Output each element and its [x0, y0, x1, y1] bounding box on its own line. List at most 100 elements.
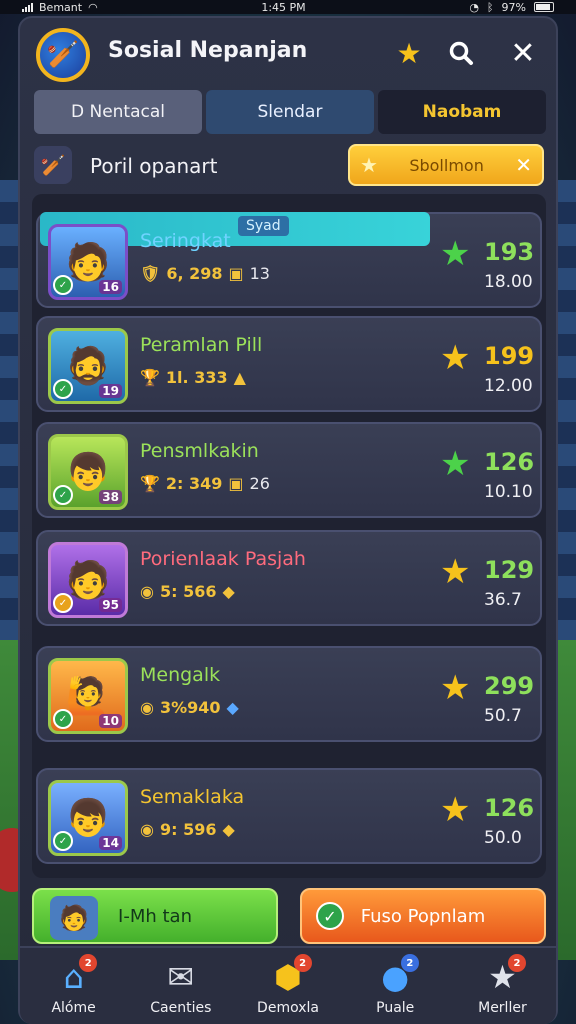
filter-chip-label: Sbollmon: [409, 155, 484, 175]
wifi-icon: ◠: [88, 0, 98, 14]
avatar: 👦 ✓ 14: [48, 780, 128, 856]
player-name: Peramlan Pill: [140, 334, 263, 356]
banner-tag: Syad: [238, 216, 289, 236]
tab-nentacal[interactable]: D Nentacal: [34, 90, 202, 134]
verified-badge-icon: ✓: [53, 709, 73, 729]
battery-percent: 97%: [501, 0, 526, 14]
secondary-action-button[interactable]: ✓ Fuso Popnlam: [300, 888, 546, 944]
stat-value: 9: 596: [159, 820, 217, 839]
player-subscore: 10.10: [484, 482, 533, 502]
verified-badge-icon: ✓: [53, 831, 73, 851]
player-name: Mengalk: [140, 664, 221, 686]
verified-badge-icon: ✓: [53, 379, 73, 399]
stat-value: 5: 566: [159, 582, 217, 601]
player-stats: 🏆 2: 349 ▣ 26: [140, 474, 270, 493]
nav-label: Demoxla: [257, 1000, 319, 1016]
verified-badge-icon: ✓: [53, 275, 73, 295]
player-subscore: 50.7: [484, 706, 522, 726]
carrier-name: Bemant: [39, 0, 83, 14]
player-level: 38: [99, 490, 122, 504]
nav-item-games[interactable]: ✉ Caenties: [127, 948, 234, 1024]
rank-star-icon: ★: [440, 444, 471, 484]
player-level: 10: [99, 714, 122, 728]
close-button[interactable]: ✕: [506, 36, 540, 71]
clear-filter-icon[interactable]: ✕: [515, 153, 532, 177]
nav-item-demoxla[interactable]: ⬢ 2 Demoxla: [234, 948, 341, 1024]
check-icon: ✓: [316, 902, 344, 930]
search-button[interactable]: [444, 36, 478, 70]
rank-star-icon: ★: [440, 668, 471, 708]
trophy-icon: 🏆: [140, 474, 160, 493]
diamond-icon: ◆: [226, 698, 239, 717]
avatar: 🧔 ✓ 19: [48, 328, 128, 404]
nav-badge: 2: [508, 954, 527, 972]
player-level: 95: [99, 598, 122, 612]
tab-naobam[interactable]: Naobam: [378, 90, 546, 134]
player-card[interactable]: 👦 ✓ 14 Semaklaka ◉ 9: 596 ◆ ★ 126 50.0: [36, 768, 542, 864]
signal-icon: [22, 2, 33, 12]
bottle-icon: ▲: [233, 368, 246, 387]
player-card[interactable]: 🧑 ✓ 95 Porienlaak Pasjah ◉ 5: 566 ◆ ★ 12…: [36, 530, 542, 626]
player-subscore: 36.7: [484, 590, 522, 610]
nav-item-puale[interactable]: ● 2 Puale: [342, 948, 449, 1024]
favorite-star-button[interactable]: ★: [392, 36, 426, 70]
player-card[interactable]: 🧔 ✓ 19 Peramlan Pill 🏆 1l. 333 ▲ ★ 199 1…: [36, 316, 542, 412]
player-stats: ◉ 5: 566 ◆: [140, 582, 235, 601]
coin-icon: ◉: [140, 820, 154, 839]
player-card[interactable]: Syad 🧑 ✓ 16 Seringkat 🛡 6, 298 ▣ 13 ★ 19…: [36, 212, 542, 308]
nav-badge: 2: [293, 954, 312, 972]
rank-star-icon: ★: [440, 234, 471, 274]
player-level: 19: [99, 384, 122, 398]
stat-value: 3%940: [159, 698, 221, 717]
gem-icon: ◆: [222, 582, 235, 601]
alarm-icon: ◔: [469, 0, 479, 14]
player-level: 14: [99, 836, 122, 850]
bluetooth-icon: ᛒ: [486, 0, 494, 14]
nav-label: Puale: [376, 1000, 415, 1016]
primary-action-label: I-Mh tan: [118, 905, 192, 927]
nav-label: Merller: [478, 1000, 527, 1016]
rank-star-icon: ★: [440, 552, 471, 592]
player-name: Seringkat: [140, 230, 231, 252]
status-time: 1:45 PM: [261, 0, 306, 14]
section-title: Poril opanart: [90, 154, 218, 178]
tab-slendar[interactable]: Slendar: [206, 90, 374, 134]
action-buttons: 🧑 I-Mh tan ✓ Fuso Popnlam: [32, 888, 546, 944]
coin-icon: ◉: [140, 582, 154, 601]
primary-action-button[interactable]: 🧑 I-Mh tan: [32, 888, 278, 944]
app-logo-icon: 🏏: [36, 28, 90, 82]
stat-value: 2: 349: [165, 474, 223, 493]
player-name: Semaklaka: [140, 786, 245, 808]
player-card[interactable]: 👦 ✓ 38 Pensmlkakin 🏆 2: 349 ▣ 26 ★ 126 1…: [36, 422, 542, 518]
coin-icon: ◉: [140, 698, 154, 717]
stat-value: 6, 298: [166, 264, 223, 283]
trophy-icon: 🏆: [140, 368, 160, 387]
player-name: Pensmlkakin: [140, 440, 259, 462]
nav-label: Caenties: [150, 1000, 212, 1016]
nav-badge: 2: [400, 954, 419, 972]
avatar: 🙋 ✓ 10: [48, 658, 128, 734]
player-list: Syad 🧑 ✓ 16 Seringkat 🛡 6, 298 ▣ 13 ★ 19…: [32, 194, 546, 878]
stat-value: 1l. 333: [165, 368, 228, 387]
bottom-nav: ⌂ 2 Alóme ✉ Caenties ⬢ 2 Demoxla ● 2 Pua…: [20, 946, 556, 1024]
player-subscore: 50.0: [484, 828, 522, 848]
panel-header: 🏏 Sosial Nepanjan ★ ✕: [20, 18, 556, 88]
player-subscore: 12.00: [484, 376, 533, 396]
player-score: 193: [484, 238, 535, 266]
nav-label: Alóme: [51, 1000, 96, 1016]
nav-item-merller[interactable]: ★ 2 Merller: [449, 948, 556, 1024]
tab-bar: D Nentacal Slendar Naobam: [34, 90, 546, 134]
avatar: 🧑 ✓ 16: [48, 224, 128, 300]
chest-icon: ▣: [228, 264, 244, 283]
star-icon: ★: [360, 153, 378, 177]
bag-icon: ▣: [228, 474, 244, 493]
nav-item-home[interactable]: ⌂ 2 Alóme: [20, 948, 127, 1024]
player-name: Porienlaak Pasjah: [140, 548, 306, 570]
secondary-action-label: Fuso Popnlam: [360, 905, 486, 927]
status-bar: Bemant ◠ 1:45 PM ◔ ᛒ 97%: [0, 0, 576, 14]
filter-chip[interactable]: ★ Sbollmon ✕: [348, 144, 544, 186]
leaderboard-panel: 🏏 Sosial Nepanjan ★ ✕ D Nentacal Slendar…: [18, 16, 558, 1024]
player-card[interactable]: 🙋 ✓ 10 Mengalk ◉ 3%940 ◆ ★ 299 50.7: [36, 646, 542, 742]
search-icon: [449, 41, 473, 65]
section-icon: 🏏: [34, 146, 72, 184]
